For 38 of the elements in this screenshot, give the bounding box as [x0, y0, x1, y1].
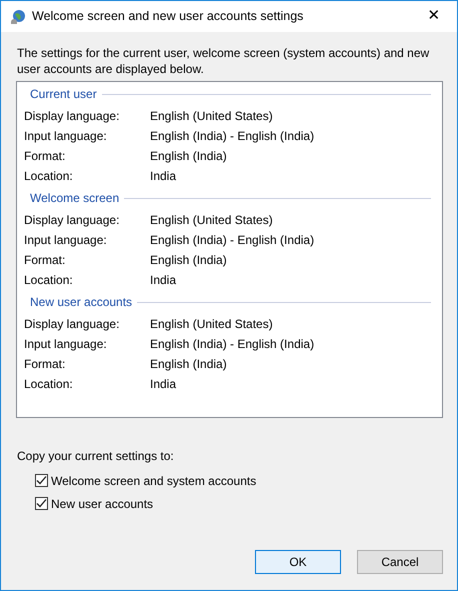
field-label: Location:: [24, 168, 74, 185]
field-value: India: [150, 272, 176, 289]
copy-label: Copy your current settings to:: [17, 448, 175, 465]
cancel-button[interactable]: Cancel: [357, 550, 443, 574]
field-label: Location:: [24, 272, 74, 289]
field-label: Display language:: [24, 108, 120, 125]
field-value: English (India) - English (India): [150, 128, 314, 145]
field-value: English (India) - English (India): [150, 232, 314, 249]
field-value: English (United States): [150, 316, 273, 333]
field-value: English (India): [150, 356, 227, 373]
field-label: Input language:: [24, 232, 108, 249]
field-value: English (United States): [150, 212, 273, 229]
field-label: Format:: [24, 252, 66, 269]
intro-text: The settings for the current user, welcome screen (system accounts) and new user accounts are displayed below.: [17, 45, 430, 77]
field-label: Display language:: [24, 212, 120, 229]
close-button[interactable]: ✕: [411, 1, 457, 32]
window-title: Welcome screen and new user accounts settings: [32, 8, 304, 26]
field-value: English (India): [150, 148, 227, 165]
globe-icon: [10, 8, 26, 24]
checkbox-label: Welcome screen and system accounts: [51, 472, 256, 490]
field-label: Format:: [24, 148, 66, 165]
field-value: English (India): [150, 252, 227, 269]
section-title: Welcome screen: [30, 190, 120, 207]
field-value: India: [150, 376, 176, 393]
field-value: English (United States): [150, 108, 273, 125]
section-title: Current user: [30, 86, 97, 103]
field-label: Input language:: [24, 336, 108, 353]
field-label: Input language:: [24, 128, 108, 145]
field-label: Location:: [24, 376, 74, 393]
ok-button[interactable]: OK: [255, 550, 341, 574]
checkbox[interactable]: [35, 474, 48, 487]
field-value: India: [150, 168, 176, 185]
field-label: Display language:: [24, 316, 120, 333]
checkbox[interactable]: [35, 497, 48, 510]
field-label: Format:: [24, 356, 66, 373]
field-value: English (India) - English (India): [150, 336, 314, 353]
section-title: New user accounts: [30, 294, 132, 311]
checkbox-label: New user accounts: [51, 496, 154, 512]
